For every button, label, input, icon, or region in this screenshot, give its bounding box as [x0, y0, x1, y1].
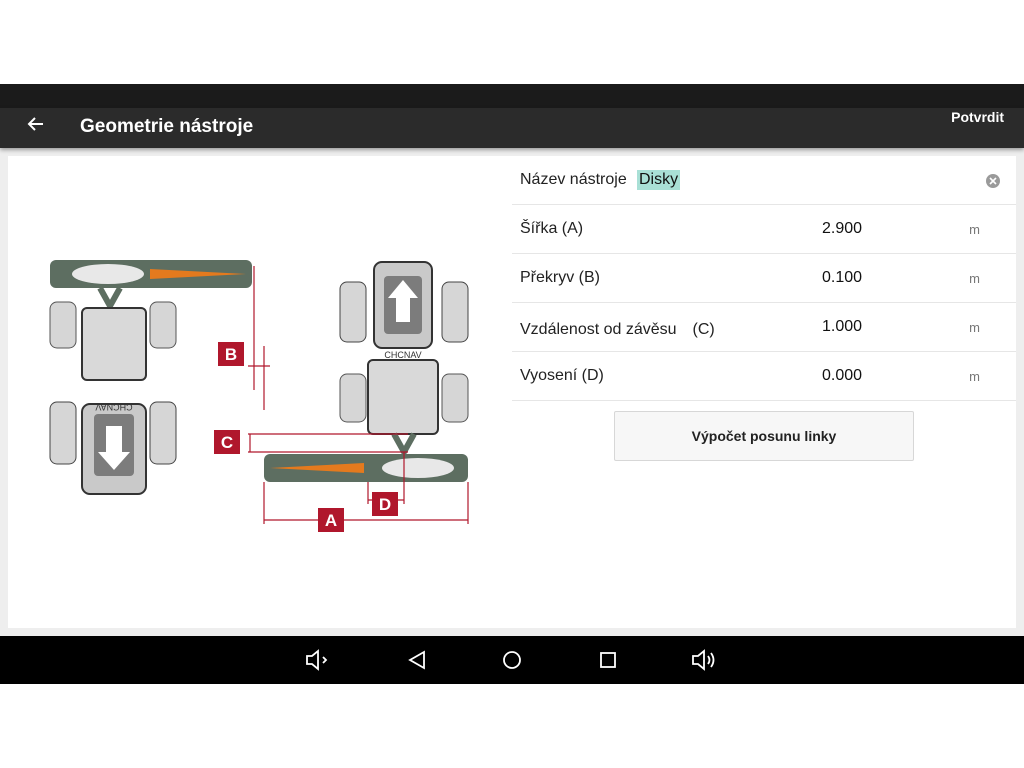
right-tractor-illustration: CHCNAV	[264, 261, 469, 482]
hitch-distance-value[interactable]: 1.000	[822, 318, 862, 336]
offset-unit: m	[969, 368, 980, 384]
left-tractor-illustration: CHCNAV	[49, 260, 252, 495]
svg-text:C: C	[221, 433, 233, 452]
hitch-distance-label: Vzdálenost od závěsu (C)	[520, 321, 715, 338]
tool-form: Název nástroje Disky Šířka (A) 2.900 m P…	[512, 156, 1016, 461]
offset-row[interactable]: Vyosení (D) 0.000 m	[512, 352, 1016, 401]
clear-icon[interactable]	[986, 174, 1000, 188]
width-label: Šířka (A)	[520, 220, 584, 237]
overlap-row[interactable]: Překryv (B) 0.100 m	[512, 254, 1016, 303]
overlap-label: Překryv (B)	[520, 269, 600, 286]
dimension-badge-c: C	[214, 430, 240, 454]
arrow-left-icon	[27, 117, 43, 131]
back-button[interactable]	[20, 108, 52, 140]
dimension-badge-a: A	[318, 508, 344, 532]
calculate-line-shift-button[interactable]: Výpočet posunu linky	[614, 411, 914, 461]
back-triangle-icon[interactable]	[402, 648, 430, 672]
tool-name-input[interactable]: Disky	[637, 170, 681, 190]
offset-label: Vyosení (D)	[520, 367, 604, 384]
hitch-distance-unit: m	[969, 319, 980, 335]
confirm-button[interactable]: Potvrdit	[951, 109, 1004, 125]
overlap-unit: m	[969, 270, 980, 286]
recents-square-icon[interactable]	[594, 648, 622, 672]
diagram-brand-left: CHCNAV	[95, 402, 132, 412]
svg-text:B: B	[225, 345, 237, 364]
tool-name-row: Název nástroje Disky	[512, 156, 1016, 205]
offset-value[interactable]: 0.000	[822, 367, 862, 385]
system-nav-bar	[0, 636, 1024, 684]
volume-down-icon[interactable]	[304, 648, 332, 672]
diagram-brand-right: CHCNAV	[384, 350, 421, 360]
tool-geometry-diagram: CHCNAV CHCNAV B C A D	[49, 260, 469, 532]
width-row[interactable]: Šířka (A) 2.900 m	[512, 205, 1016, 254]
app-bar: Geometrie nástroje Potvrdit	[0, 108, 1024, 148]
width-unit: m	[969, 221, 980, 237]
tool-name-label: Název nástroje	[520, 171, 627, 188]
content-panel: CHCNAV CHCNAV B C A D Název nástroje Dis…	[8, 156, 1016, 628]
app-screen: Geometrie nástroje Potvrdit CHCNAV CHCNA…	[0, 84, 1024, 684]
dimension-badge-d: D	[372, 492, 398, 516]
home-circle-icon[interactable]	[498, 648, 526, 672]
hitch-distance-row[interactable]: Vzdálenost od závěsu (C) 1.000 m	[512, 303, 1016, 352]
status-bar	[0, 84, 1024, 108]
svg-text:A: A	[325, 511, 337, 530]
dimension-badge-b: B	[218, 342, 244, 366]
page-title: Geometrie nástroje	[80, 116, 254, 137]
svg-text:D: D	[379, 495, 391, 514]
overlap-value[interactable]: 0.100	[822, 269, 862, 287]
width-value[interactable]: 2.900	[822, 220, 862, 238]
volume-up-icon[interactable]	[690, 648, 718, 672]
